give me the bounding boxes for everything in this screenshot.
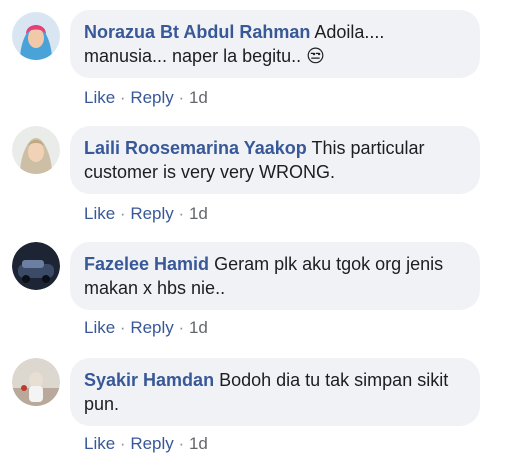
like-button[interactable]: Like: [84, 434, 115, 453]
comment-author[interactable]: Laili Roosemarina Yaakop: [84, 138, 307, 158]
reply-button[interactable]: Reply: [130, 88, 173, 107]
profile-photo-icon: [12, 12, 60, 60]
profile-photo-icon: [12, 358, 60, 406]
reply-button[interactable]: Reply: [130, 434, 173, 453]
reply-button[interactable]: Reply: [130, 318, 173, 337]
like-button[interactable]: Like: [84, 88, 115, 107]
avatar[interactable]: [12, 242, 60, 290]
comment-author[interactable]: Syakir Hamdan: [84, 370, 214, 390]
comment-bubble: Syakir Hamdan Bodoh dia tu tak simpan si…: [70, 358, 480, 426]
comment-bubble: Fazelee Hamid Geram plk aku tgok org jen…: [70, 242, 480, 310]
separator: ·: [178, 204, 185, 223]
separator: ·: [119, 204, 126, 223]
profile-photo-icon: [12, 242, 60, 290]
reply-button[interactable]: Reply: [130, 204, 173, 223]
avatar[interactable]: [12, 126, 60, 174]
separator: ·: [178, 318, 185, 337]
separator: ·: [178, 88, 185, 107]
separator: ·: [119, 318, 126, 337]
comment-author[interactable]: Norazua Bt Abdul Rahman: [84, 22, 310, 42]
comment-bubble: Laili Roosemarina Yaakop This particular…: [70, 126, 480, 194]
comment-actions: Like · Reply · 1d: [84, 204, 208, 224]
comment-timestamp[interactable]: 1d: [189, 88, 208, 107]
separator: ·: [119, 434, 126, 453]
avatar[interactable]: [12, 12, 60, 60]
like-button[interactable]: Like: [84, 318, 115, 337]
comment-timestamp[interactable]: 1d: [189, 434, 208, 453]
comment-actions: Like · Reply · 1d: [84, 88, 208, 108]
profile-photo-icon: [12, 126, 60, 174]
comment-actions: Like · Reply · 1d: [84, 318, 208, 338]
separator: ·: [119, 88, 126, 107]
comment-author[interactable]: Fazelee Hamid: [84, 254, 209, 274]
comment-actions: Like · Reply · 1d: [84, 434, 208, 454]
separator: ·: [178, 434, 185, 453]
avatar[interactable]: [12, 358, 60, 406]
comment-bubble: Norazua Bt Abdul Rahman Adoila.... manus…: [70, 10, 480, 78]
comment-timestamp[interactable]: 1d: [189, 318, 208, 337]
comment-timestamp[interactable]: 1d: [189, 204, 208, 223]
like-button[interactable]: Like: [84, 204, 115, 223]
